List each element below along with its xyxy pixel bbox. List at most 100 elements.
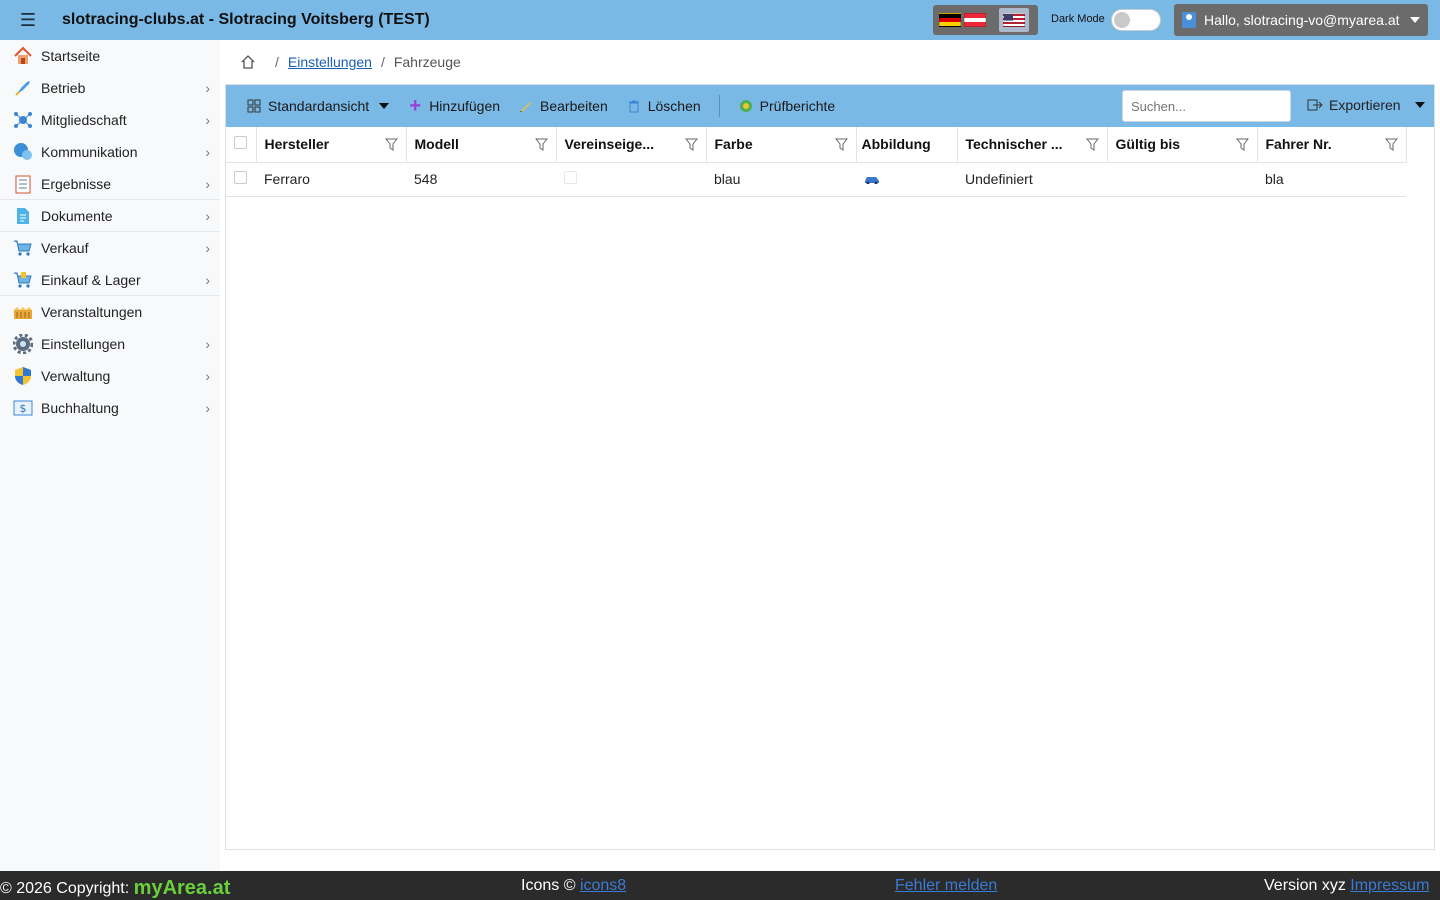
column-header-vereinseigen[interactable]: Vereinseige... xyxy=(556,127,707,163)
copyright-label: © 2026 Copyright: xyxy=(0,880,130,897)
breadcrumb-separator: / xyxy=(380,54,385,70)
data-grid: Standardansicht + Hinzufügen Bearbeiten … xyxy=(225,84,1435,850)
flag-germany-icon[interactable] xyxy=(939,13,961,27)
impressum-link[interactable]: Impressum xyxy=(1350,877,1429,894)
view-selector-label: Standardansicht xyxy=(268,98,370,114)
column-label: Farbe xyxy=(714,136,753,153)
flag-austria-icon[interactable] xyxy=(964,13,986,27)
breadcrumb-current: Fahrzeuge xyxy=(393,54,461,70)
dark-mode-toggle[interactable] xyxy=(1111,9,1161,31)
report-badge-icon xyxy=(738,98,754,114)
sidebar-item-label: Verwaltung xyxy=(41,368,111,384)
column-header-farbe[interactable]: Farbe xyxy=(706,127,857,163)
rocket-icon xyxy=(13,78,33,98)
home-icon[interactable] xyxy=(240,54,256,70)
report-error-link[interactable]: Fehler melden xyxy=(895,877,997,894)
flag-us-button[interactable] xyxy=(999,8,1029,32)
caret-down-icon xyxy=(1410,17,1420,23)
sidebar-item-verkauf[interactable]: Verkauf › xyxy=(0,232,220,264)
sidebar-item-label: Veranstaltungen xyxy=(41,304,143,320)
sidebar-item-label: Dokumente xyxy=(41,207,113,224)
hamburger-menu-icon[interactable]: ☰ xyxy=(0,0,56,40)
sidebar-item-startseite[interactable]: Startseite xyxy=(0,40,220,72)
pencil-icon xyxy=(518,98,534,114)
sidebar: Startseite Betrieb › Mitgliedschaft › Ko… xyxy=(0,40,220,871)
flag-usa-icon xyxy=(1003,13,1025,27)
cart-icon xyxy=(13,238,33,258)
chevron-right-icon: › xyxy=(205,336,210,352)
column-header-hersteller[interactable]: Hersteller xyxy=(256,127,407,163)
sidebar-item-label: Einkauf & Lager xyxy=(41,271,141,288)
edit-button[interactable]: Bearbeiten xyxy=(518,98,608,114)
filter-icon[interactable] xyxy=(1384,138,1398,151)
document-icon xyxy=(13,206,33,226)
toggle-knob xyxy=(1114,12,1130,28)
brand-area: Area xyxy=(162,877,208,899)
sidebar-item-label: Verkauf xyxy=(41,240,89,256)
network-icon xyxy=(13,110,33,130)
icons-credit: Icons © icons8 xyxy=(521,877,626,895)
select-all-checkbox[interactable] xyxy=(234,136,247,150)
sidebar-item-betrieb[interactable]: Betrieb › xyxy=(0,72,220,104)
filter-icon[interactable] xyxy=(684,138,698,151)
chevron-right-icon: › xyxy=(205,207,210,224)
sidebar-item-label: Betrieb xyxy=(41,80,86,96)
car-image-icon[interactable] xyxy=(864,174,880,185)
grid-toolbar: Standardansicht + Hinzufügen Bearbeiten … xyxy=(226,85,1434,127)
filter-icon[interactable] xyxy=(834,138,848,151)
search-input[interactable] xyxy=(1122,90,1291,122)
icons8-link[interactable]: icons8 xyxy=(580,877,626,894)
filter-icon[interactable] xyxy=(1085,138,1099,151)
view-selector-button[interactable]: Standardansicht xyxy=(246,98,390,114)
column-header-abbildung[interactable]: Abbildung xyxy=(856,127,958,163)
column-label: Gültig bis xyxy=(1115,136,1181,153)
table-row[interactable]: Ferraro 548 blau Undefiniert bla xyxy=(226,162,1406,197)
vehicles-table: Hersteller Modell Vereinseige... Farbe A… xyxy=(226,127,1407,197)
sidebar-item-dokumente[interactable]: Dokumente › xyxy=(0,200,220,232)
breadcrumb-link-einstellungen[interactable]: Einstellungen xyxy=(288,54,372,70)
caret-down-icon xyxy=(1414,102,1425,108)
sidebar-item-veranstaltungen[interactable]: Veranstaltungen xyxy=(0,296,220,328)
sidebar-item-verwaltung[interactable]: Verwaltung › xyxy=(0,360,220,392)
sidebar-item-mitgliedschaft[interactable]: Mitgliedschaft › xyxy=(0,104,220,136)
filter-icon[interactable] xyxy=(384,138,398,151)
trash-icon xyxy=(626,98,642,114)
sidebar-item-label: Kommunikation xyxy=(41,144,138,160)
gear-icon xyxy=(13,334,33,354)
delete-button[interactable]: Löschen xyxy=(626,98,701,114)
chevron-right-icon: › xyxy=(205,240,210,256)
sidebar-item-einstellungen[interactable]: Einstellungen › xyxy=(0,328,220,360)
user-menu-button[interactable]: Hallo, slotracing-vo@myarea.at xyxy=(1174,4,1428,36)
version-info: Version xyz Impressum xyxy=(1264,877,1429,895)
footer: © 2026 Copyright: myArea.at Icons © icon… xyxy=(0,871,1440,900)
filter-icon[interactable] xyxy=(1235,138,1249,151)
user-icon xyxy=(1182,12,1196,28)
export-button[interactable]: Exportieren xyxy=(1307,97,1425,113)
reports-button[interactable]: Prüfberichte xyxy=(738,98,835,114)
column-header-fahrer-nr[interactable]: Fahrer Nr. xyxy=(1257,127,1407,163)
user-greeting: Hallo, slotracing-vo@myarea.at xyxy=(1204,12,1400,28)
sidebar-item-buchhaltung[interactable]: $ Buchhaltung › xyxy=(0,392,220,424)
sidebar-item-label: Mitgliedschaft xyxy=(41,112,127,128)
brand-logo: myArea.at xyxy=(134,877,231,899)
row-checkbox[interactable] xyxy=(234,171,247,184)
accounting-icon: $ xyxy=(13,398,33,418)
checklist-icon xyxy=(13,174,33,194)
sidebar-item-ergebnisse[interactable]: Ergebnisse › xyxy=(0,168,220,200)
column-header-modell[interactable]: Modell xyxy=(406,127,557,163)
column-label: Fahrer Nr. xyxy=(1265,136,1332,153)
chat-icon xyxy=(13,142,33,162)
filter-icon[interactable] xyxy=(534,138,548,151)
grid-view-icon xyxy=(246,98,262,114)
chevron-right-icon: › xyxy=(205,144,210,160)
column-header-gueltig-bis[interactable]: Gültig bis xyxy=(1107,127,1258,163)
add-button[interactable]: + Hinzufügen xyxy=(407,95,500,117)
sidebar-item-einkauf-lager[interactable]: Einkauf & Lager › xyxy=(0,264,220,296)
shield-icon xyxy=(13,366,33,386)
chevron-right-icon: › xyxy=(205,175,210,192)
column-header-technischer[interactable]: Technischer ... xyxy=(957,127,1108,163)
breadcrumb: / Einstellungen / Fahrzeuge xyxy=(240,54,461,70)
cell-gueltig-bis xyxy=(1107,162,1257,197)
select-all-cell xyxy=(226,127,257,163)
sidebar-item-kommunikation[interactable]: Kommunikation › xyxy=(0,136,220,168)
